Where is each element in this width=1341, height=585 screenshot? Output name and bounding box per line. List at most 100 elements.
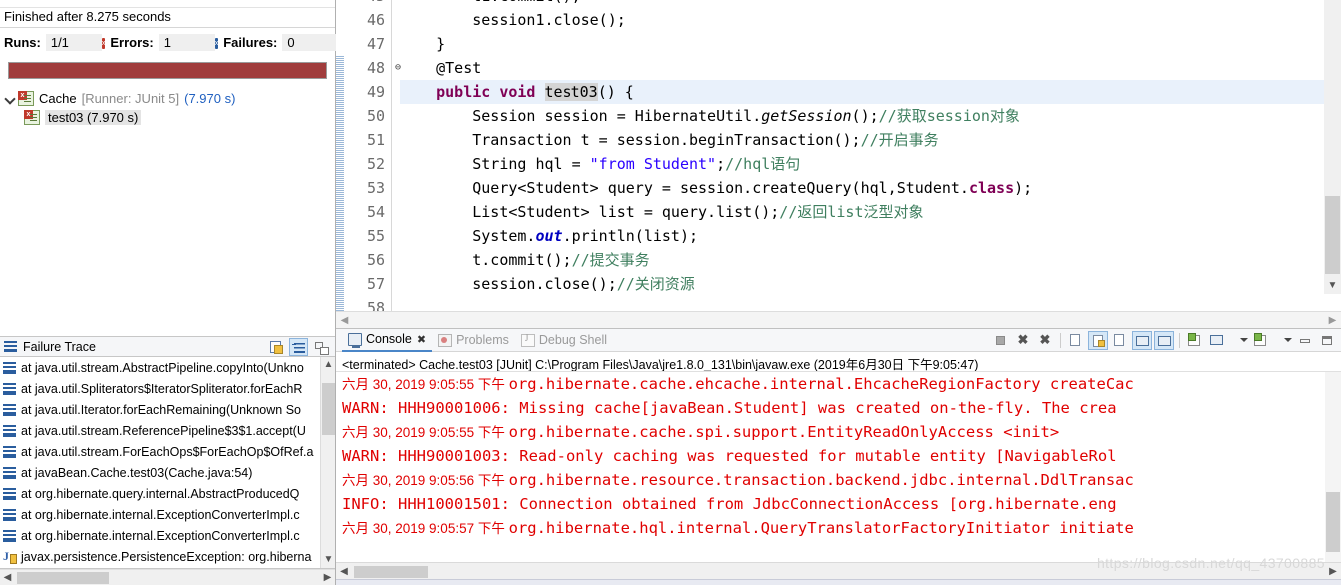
scrollbar-thumb[interactable] (322, 383, 335, 435)
open-console-icon[interactable] (1251, 331, 1271, 350)
scrollbar-thumb[interactable] (1326, 492, 1340, 552)
junit-test-tree[interactable]: Cache [Runner: JUnit 5] (7.970 s) test03… (0, 83, 335, 127)
editor-body[interactable]: 45 46 47 48⊖ 49 50 51 52 53 54 55 56 57 58 t1.commit(… (336, 0, 1341, 311)
stack-frame-icon (3, 508, 16, 521)
terminate-icon[interactable] (991, 331, 1011, 350)
failure-trace-list[interactable]: at java.util.stream.AbstractPipeline.cop… (0, 357, 335, 569)
code-line[interactable]: session.close();//关闭资源 (400, 272, 1341, 296)
code-line[interactable] (400, 296, 1341, 311)
line-number-gutter: 45 46 47 48⊖ 49 50 51 52 53 54 55 56 57 58 (336, 0, 401, 311)
stack-frame-icon (3, 361, 16, 374)
console-line: INFO: HHH10001501: Connection obtained f… (342, 492, 1341, 516)
hscroll-track[interactable] (15, 571, 320, 585)
code-token: ; (716, 155, 726, 173)
close-icon[interactable]: ✖ (417, 333, 426, 346)
scroll-down-icon[interactable]: ▼ (321, 552, 335, 568)
console-icon (348, 332, 362, 348)
tab-console[interactable]: Console ✖ (342, 328, 433, 352)
junit-tree-empty-area (0, 127, 335, 336)
remove-all-terminated-icon[interactable]: ✖ (1035, 331, 1055, 350)
right-column: 45 46 47 48⊖ 49 50 51 52 53 54 55 56 57 58 t1.commit(… (336, 0, 1341, 585)
failure-trace-row-label: javax.persistence.PersistenceException: … (21, 549, 312, 564)
failure-trace-row[interactable]: at org.hibernate.internal.ExceptionConve… (0, 525, 335, 546)
code-line[interactable]: } (400, 32, 1341, 56)
console-toolbar[interactable]: ✖ ✖ (991, 330, 1341, 350)
chevron-down-icon[interactable] (4, 92, 18, 106)
scrollbar-thumb[interactable] (17, 571, 109, 584)
console-message: org.hibernate.resource.transaction.backe… (508, 471, 1134, 489)
code-line[interactable]: @Test (400, 56, 1341, 80)
filter-stack-trace-icon[interactable] (289, 337, 308, 356)
failure-trace-row[interactable]: at javaBean.Cache.test03(Cache.java:54) (0, 462, 335, 483)
code-line[interactable]: Transaction t = session.beginTransaction… (400, 128, 1341, 152)
console-tab-bar[interactable]: Console ✖ Problems Debug Shell ✖ ✖ (336, 328, 1341, 352)
console-output[interactable]: 六月 30, 2019 9:05:55 下午 org.hibernate.cac… (336, 372, 1341, 562)
remove-launch-icon[interactable]: ✖ (1013, 331, 1033, 350)
code-line[interactable]: Session session = HibernateUtil.getSessi… (400, 104, 1341, 128)
failure-trace-row[interactable]: at java.util.Iterator.forEachRemaining(U… (0, 399, 335, 420)
junit-status-text: Finished after 8.275 seconds (0, 8, 335, 28)
display-selected-console-icon[interactable] (1207, 331, 1227, 350)
code-line[interactable]: System.out.println(list); (400, 224, 1341, 248)
console-hscrollbar[interactable]: ◀ ▶ (336, 562, 1341, 579)
tab-problems[interactable]: Problems (432, 328, 515, 352)
tree-item-test03[interactable]: test03 (7.970 s) (0, 108, 335, 127)
code-line[interactable]: String hql = "from Student";//hql语句 (400, 152, 1341, 176)
failure-trace-row-label: at java.util.stream.ReferencePipeline$3$… (21, 423, 306, 438)
code-line[interactable]: public void test03() { (400, 80, 1341, 104)
code-area[interactable]: t1.commit(); session1.close(); } @Test p… (392, 0, 1341, 311)
failure-trace-row[interactable]: at org.hibernate.query.internal.Abstract… (0, 483, 335, 504)
copy-trace-icon[interactable] (267, 338, 286, 356)
failure-trace-row[interactable]: at java.util.stream.ReferencePipeline$3$… (0, 420, 335, 441)
tree-item-selected-label: test03 (7.970 s) (45, 110, 142, 125)
problems-icon (438, 333, 453, 347)
minimize-icon[interactable] (1295, 331, 1315, 350)
open-console-dropdown-icon[interactable] (1273, 331, 1293, 350)
code-token: //获取session对象 (878, 107, 1020, 125)
code-token: Query<Student> query = session.createQue… (400, 179, 969, 197)
tab-debug-shell[interactable]: Debug Shell (515, 328, 613, 352)
scrollbar-thumb[interactable] (1325, 196, 1340, 274)
display-selected-console-dropdown-icon[interactable] (1229, 331, 1249, 350)
code-line[interactable]: session1.close(); (400, 8, 1341, 32)
failure-trace-vscrollbar[interactable]: ▲ ▼ (320, 357, 335, 568)
scroll-right-icon[interactable]: ▶ (1324, 315, 1341, 326)
collapse-all-icon[interactable] (311, 338, 330, 356)
word-wrap-icon[interactable] (1110, 331, 1130, 350)
scroll-left-icon[interactable]: ◀ (0, 572, 15, 583)
scroll-up-icon[interactable]: ▲ (321, 357, 335, 373)
show-console-on-error-icon[interactable] (1154, 330, 1174, 350)
scroll-right-icon[interactable]: ▶ (1325, 566, 1341, 577)
code-line[interactable]: Query<Student> query = session.createQue… (400, 176, 1341, 200)
scroll-left-icon[interactable]: ◀ (336, 315, 353, 326)
pin-console-icon[interactable] (1185, 331, 1205, 350)
code-line[interactable]: t.commit();//提交事务 (400, 248, 1341, 272)
maximize-icon[interactable] (1317, 331, 1337, 350)
scroll-lock-icon[interactable] (1088, 330, 1108, 350)
line-number: 56 (366, 251, 385, 269)
failure-trace-row[interactable]: at org.hibernate.internal.ExceptionConve… (0, 504, 335, 525)
scroll-left-icon[interactable]: ◀ (336, 566, 352, 577)
scrollbar-thumb[interactable] (354, 565, 428, 578)
clear-console-icon[interactable] (1066, 331, 1086, 350)
code-line[interactable]: List<Student> list = query.list();//返回li… (400, 200, 1341, 224)
failure-trace-row[interactable]: at java.util.Spliterators$IteratorSplite… (0, 378, 335, 399)
editor-hscrollbar[interactable]: ◀ ▶ (336, 311, 1341, 328)
failure-trace-row-label: at java.util.stream.AbstractPipeline.cop… (21, 360, 304, 375)
code-token: .println(list); (562, 227, 699, 245)
scroll-down-icon[interactable]: ▼ (1324, 277, 1341, 294)
show-console-on-output-icon[interactable] (1132, 330, 1152, 350)
tab-label: Debug Shell (538, 333, 607, 347)
code-line[interactable]: t1.commit(); (400, 0, 1341, 8)
failure-trace-row[interactable]: javax.persistence.PersistenceException: … (0, 546, 335, 567)
failure-trace-hscrollbar[interactable]: ◀ ▶ (0, 569, 335, 585)
code-token: Transaction t = session.beginTransaction… (400, 131, 861, 149)
code-token: out (535, 227, 563, 245)
failure-trace-row[interactable]: at java.util.stream.AbstractPipeline.cop… (0, 357, 335, 378)
scroll-right-icon[interactable]: ▶ (320, 572, 335, 583)
console-vscrollbar[interactable] (1325, 372, 1341, 562)
failure-trace-row[interactable]: at java.util.stream.ForEachOps$ForEachOp… (0, 441, 335, 462)
tree-item-cache[interactable]: Cache [Runner: JUnit 5] (7.970 s) (0, 89, 335, 108)
hscroll-track[interactable] (352, 564, 1325, 579)
editor-vscrollbar[interactable]: ▼ (1324, 0, 1341, 294)
